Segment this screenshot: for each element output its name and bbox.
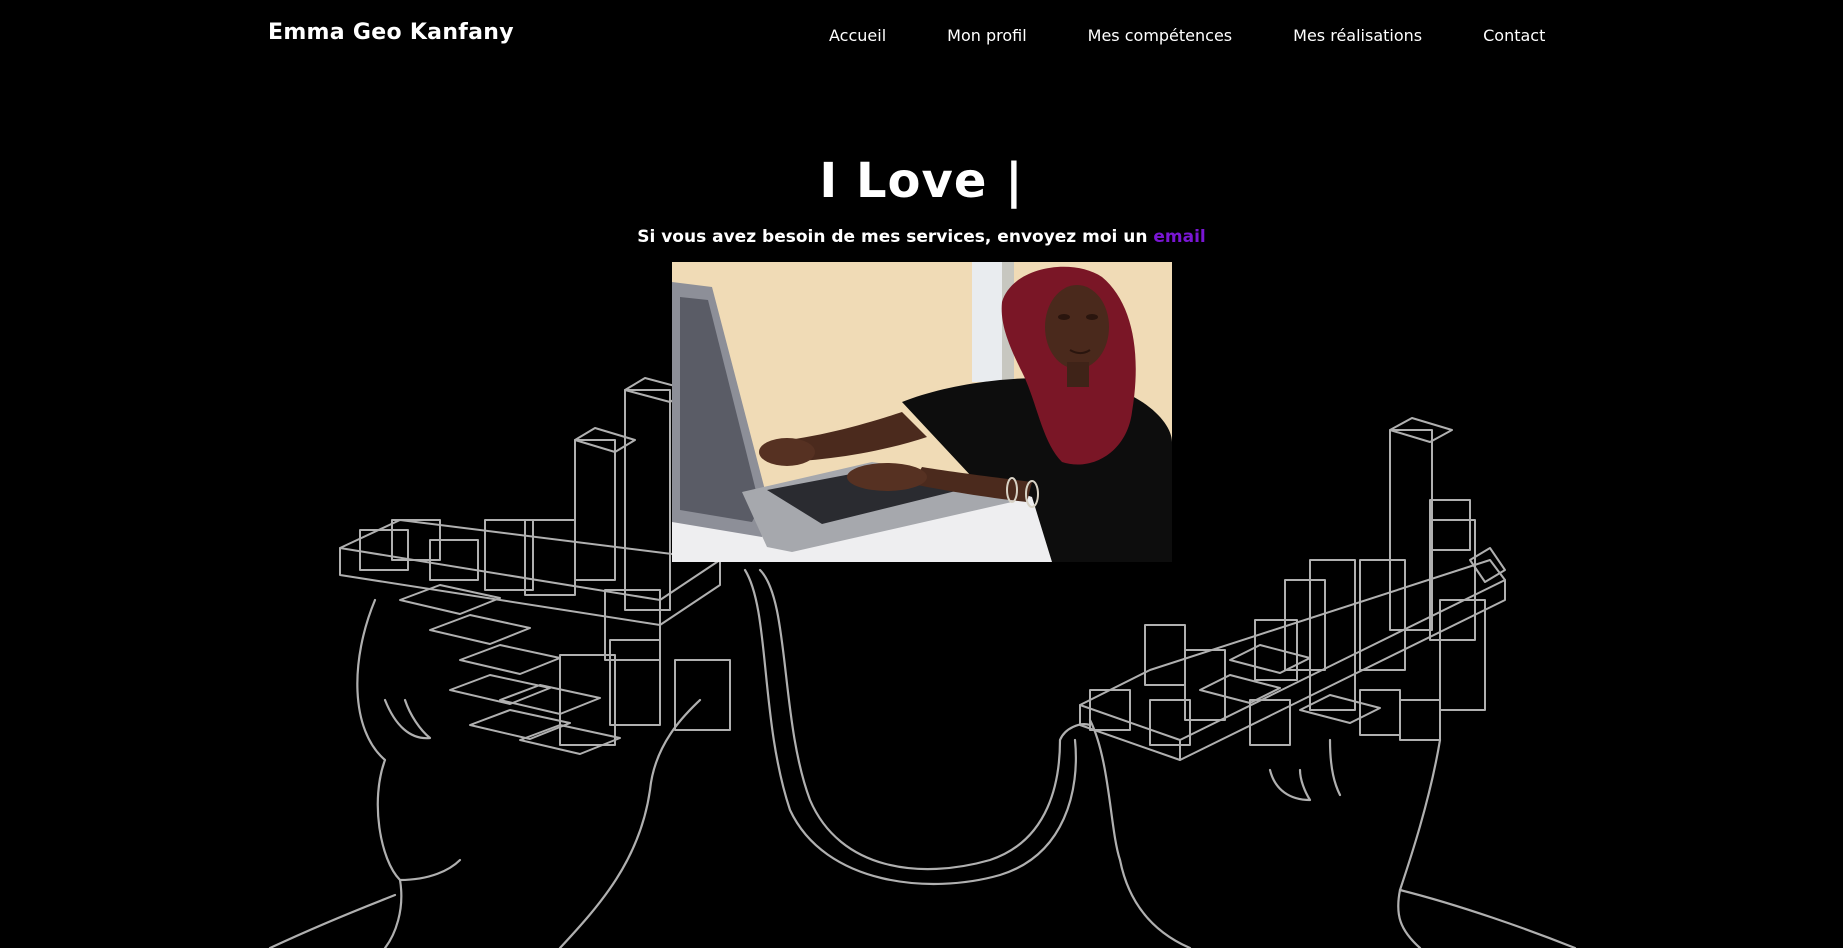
nav-item-mes-realisations[interactable]: Mes réalisations [1293,26,1422,45]
nav-item-mes-competences[interactable]: Mes compétences [1088,26,1232,45]
hero-title: I Love | [819,153,1024,209]
site-header: Emma Geo Kanfany Accueil Mon profil Mes … [0,0,1843,75]
nav-item-contact[interactable]: Contact [1483,26,1545,45]
nav-item-accueil[interactable]: Accueil [829,26,886,45]
brand-logo-link[interactable]: Emma Geo Kanfany [268,20,514,45]
main-nav: Accueil Mon profil Mes compétences Mes r… [829,26,1545,45]
hero-subtitle-text: Si vous avez besoin de mes services, env… [637,227,1148,247]
email-link[interactable]: email [1153,227,1205,247]
hero-subtitle: Si vous avez besoin de mes services, env… [0,227,1843,247]
hero-section: I Love | Si vous avez besoin de mes serv… [0,145,1843,247]
nav-item-mon-profil[interactable]: Mon profil [947,26,1027,45]
profile-photo [672,262,1172,562]
